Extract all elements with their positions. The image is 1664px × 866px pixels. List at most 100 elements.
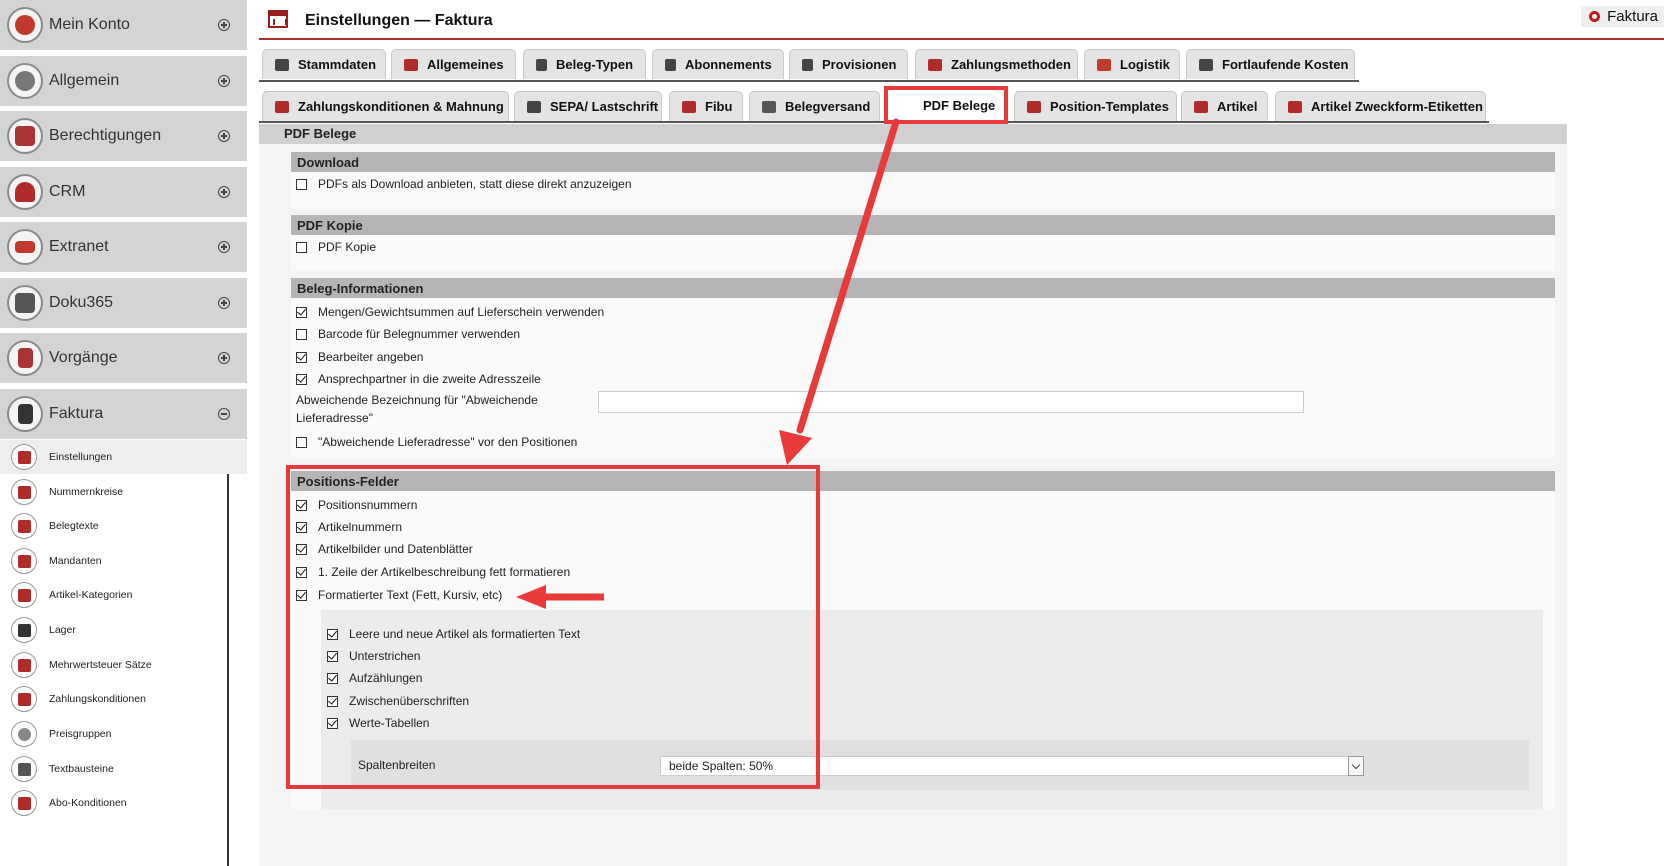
checkbox-artikelbilder[interactable]: Artikelbilder und Datenblätter bbox=[296, 539, 473, 559]
tab-zahlungsmethoden[interactable]: Zahlungsmethoden bbox=[915, 49, 1078, 79]
tab-fortlaufende-kosten[interactable]: Fortlaufende Kosten bbox=[1186, 49, 1355, 79]
checkbox[interactable] bbox=[296, 589, 307, 601]
sidebar-module-extranet[interactable]: Extranet bbox=[0, 222, 247, 272]
card-icon bbox=[275, 100, 289, 113]
sidebar-module-allgemein[interactable]: Allgemein bbox=[0, 56, 247, 106]
submenu-item-belegtexte[interactable]: Belegtexte bbox=[0, 509, 226, 543]
checkbox[interactable] bbox=[296, 436, 307, 448]
tab-label: Logistik bbox=[1120, 57, 1170, 72]
submenu-item-einstellungen[interactable]: Einstellungen bbox=[0, 440, 247, 474]
document-icon bbox=[7, 396, 43, 432]
submenu-item-abo-konditionen[interactable]: Abo-Konditionen bbox=[0, 786, 226, 820]
checkbox-erste-zeile-fett[interactable]: 1. Zeile der Artikelbeschreibung fett fo… bbox=[296, 562, 570, 582]
tab-fibu[interactable]: Fibu bbox=[669, 91, 743, 121]
module-badge[interactable]: Faktura bbox=[1581, 6, 1664, 27]
checkbox[interactable] bbox=[327, 717, 338, 729]
checkbox[interactable] bbox=[327, 672, 338, 684]
checkbox[interactable] bbox=[296, 351, 307, 363]
expand-icon[interactable] bbox=[218, 130, 230, 142]
tab-pdf-belege[interactable]: PDF Belege bbox=[884, 86, 1008, 124]
checkbox[interactable] bbox=[327, 695, 338, 707]
sidebar-module-faktura[interactable]: Faktura bbox=[0, 389, 247, 439]
sidebar-module-doku365[interactable]: Doku365 bbox=[0, 278, 247, 328]
module-label: Mein Konto bbox=[49, 16, 130, 33]
expand-icon[interactable] bbox=[218, 241, 230, 253]
tab-logistik[interactable]: Logistik bbox=[1084, 49, 1180, 79]
expand-icon[interactable] bbox=[218, 19, 230, 31]
tab-belegversand[interactable]: Belegversand bbox=[749, 91, 880, 121]
checkbox-label: Artikelnummern bbox=[318, 520, 403, 534]
expand-icon[interactable] bbox=[218, 186, 230, 198]
submenu-item-artikel-kategorien[interactable]: Artikel-Kategorien bbox=[0, 578, 226, 612]
sidebar-module-mein-konto[interactable]: Mein Konto bbox=[0, 0, 247, 50]
spaltenbreiten-select[interactable]: beide Spalten: 50% bbox=[660, 756, 1364, 776]
tab-abonnements[interactable]: Abonnements bbox=[652, 49, 784, 79]
abweichende-bezeichnung-input[interactable] bbox=[598, 391, 1304, 413]
checkbox[interactable] bbox=[327, 628, 338, 640]
tab-sepa-lastschrift[interactable]: SEPA/ Lastschrift bbox=[514, 91, 662, 121]
expand-icon[interactable] bbox=[218, 75, 230, 87]
submenu-item-zahlungskonditionen[interactable]: Zahlungskonditionen bbox=[0, 682, 226, 716]
sidebar-module-crm[interactable]: CRM bbox=[0, 167, 247, 217]
submenu-label: Mehrwertsteuer Sätze bbox=[49, 659, 152, 671]
submenu-item-lager[interactable]: Lager bbox=[0, 613, 226, 647]
checkbox-pdf-kopie[interactable]: PDF Kopie bbox=[296, 237, 376, 257]
checkbox-leere-neue-artikel[interactable]: Leere und neue Artikel als formatierten … bbox=[327, 624, 580, 644]
tab-position-templates[interactable]: Position-Templates bbox=[1014, 91, 1177, 121]
checkbox-label: Zwischenüberschriften bbox=[349, 694, 470, 708]
category-icon bbox=[11, 582, 37, 608]
checkbox-pdf-download[interactable]: PDFs als Download anbieten, statt diese … bbox=[296, 174, 632, 194]
checkbox-bearbeiter[interactable]: Bearbeiter angeben bbox=[296, 347, 423, 367]
checkbox[interactable] bbox=[296, 521, 307, 533]
collapse-icon[interactable] bbox=[218, 408, 230, 420]
checkbox-artikelnummern[interactable]: Artikelnummern bbox=[296, 517, 402, 537]
checkbox[interactable] bbox=[296, 306, 307, 318]
submenu-label: Textbausteine bbox=[49, 763, 114, 775]
checkbox[interactable] bbox=[296, 178, 307, 190]
submenu-item-preisgruppen[interactable]: Preisgruppen bbox=[0, 717, 226, 751]
document-icon bbox=[665, 58, 676, 71]
checkbox-barcode[interactable]: Barcode für Belegnummer verwenden bbox=[296, 324, 520, 344]
checkbox[interactable] bbox=[296, 241, 307, 253]
checkbox-unterstrichen[interactable]: Unterstrichen bbox=[327, 646, 420, 666]
sidebar-module-berechtigungen[interactable]: Berechtigungen bbox=[0, 111, 247, 161]
expand-icon[interactable] bbox=[218, 352, 230, 364]
tab-zahlungskonditionen-mahnung[interactable]: Zahlungskonditionen & Mahnung bbox=[262, 91, 509, 121]
tab-label: Zahlungsmethoden bbox=[951, 57, 1071, 72]
checkbox[interactable] bbox=[296, 499, 307, 511]
chevron-down-icon[interactable] bbox=[1348, 756, 1364, 776]
submenu-item-nummernkreise[interactable]: Nummernkreise bbox=[0, 475, 226, 509]
checkbox[interactable] bbox=[296, 566, 307, 578]
sidebar-module-vorgaenge[interactable]: Vorgänge bbox=[0, 333, 247, 383]
checkbox[interactable] bbox=[296, 328, 307, 340]
checkbox-ansprechpartner[interactable]: Ansprechpartner in die zweite Adresszeil… bbox=[296, 369, 541, 389]
checkbox[interactable] bbox=[296, 543, 307, 555]
checkbox[interactable] bbox=[296, 373, 307, 385]
checkbox-mengen-gewichtsummen[interactable]: Mengen/Gewichtsummen auf Lieferschein ve… bbox=[296, 302, 604, 322]
tab-provisionen[interactable]: Provisionen bbox=[789, 49, 908, 79]
tab-artikel[interactable]: Artikel bbox=[1181, 91, 1268, 121]
tab-stammdaten[interactable]: Stammdaten bbox=[262, 49, 386, 79]
checkbox-werte-tabellen[interactable]: Werte-Tabellen bbox=[327, 713, 429, 733]
checkbox-positionsnummern[interactable]: Positionsnummern bbox=[296, 495, 417, 515]
tab-artikel-zweckform-etiketten[interactable]: Artikel Zweckform-Etiketten bbox=[1275, 91, 1486, 121]
checkbox-abweichende-lieferadresse[interactable]: "Abweichende Lieferadresse" vor den Posi… bbox=[296, 432, 577, 452]
submenu-label: Lager bbox=[49, 624, 76, 636]
section-pdf-kopie: PDF Kopie PDF Kopie bbox=[291, 215, 1555, 271]
tab-allgemeines[interactable]: Allgemeines bbox=[391, 49, 516, 79]
expand-icon[interactable] bbox=[218, 297, 230, 309]
submenu-item-mandanten[interactable]: Mandanten bbox=[0, 544, 226, 578]
submenu-item-mehrwertsteuer[interactable]: Mehrwertsteuer Sätze bbox=[0, 648, 226, 682]
text-icon bbox=[11, 756, 37, 782]
checkbox-zwischenueberschriften[interactable]: Zwischenüberschriften bbox=[327, 691, 469, 711]
tab-label: Provisionen bbox=[822, 57, 897, 72]
tab-label: Artikel bbox=[1217, 99, 1258, 114]
submenu-divider bbox=[227, 450, 229, 866]
submenu-item-textbausteine[interactable]: Textbausteine bbox=[0, 752, 226, 786]
checkbox-label: Unterstrichen bbox=[349, 649, 421, 663]
checkbox-aufzaehlungen[interactable]: Aufzählungen bbox=[327, 668, 422, 688]
checkbox-formatierter-text[interactable]: Formatierter Text (Fett, Kursiv, etc) bbox=[296, 585, 502, 605]
checkbox-label: Formatierter Text (Fett, Kursiv, etc) bbox=[318, 588, 503, 602]
tab-beleg-typen[interactable]: Beleg-Typen bbox=[523, 49, 646, 79]
checkbox[interactable] bbox=[327, 650, 338, 662]
